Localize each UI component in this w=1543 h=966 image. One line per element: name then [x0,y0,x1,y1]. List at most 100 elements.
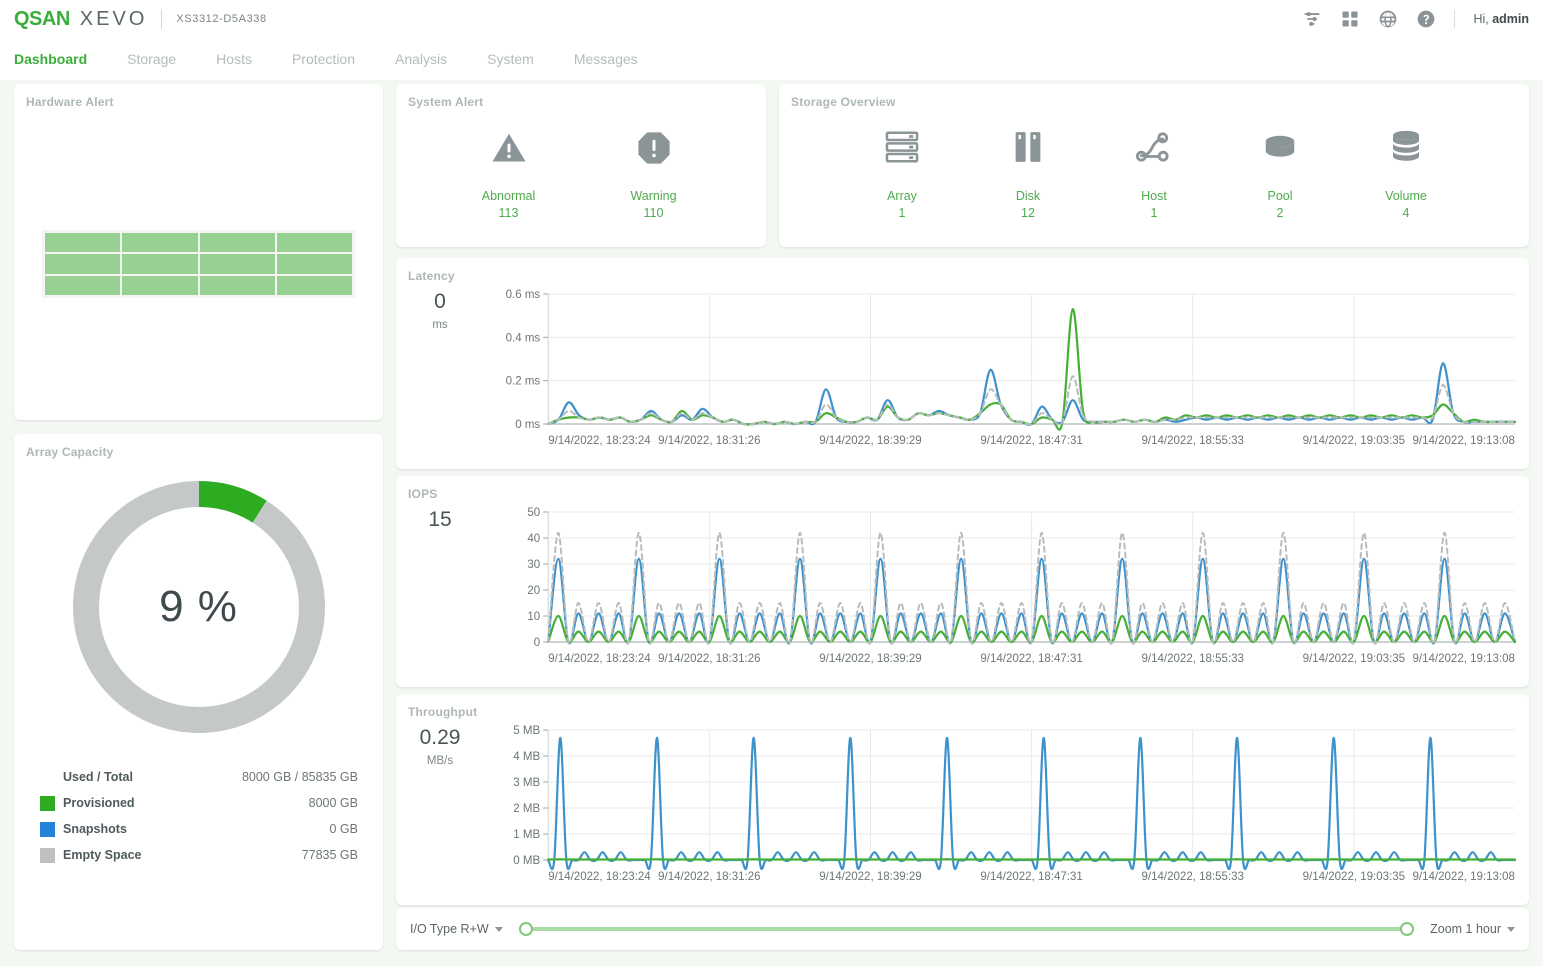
nav-item-dashboard[interactable]: Dashboard [0,51,107,67]
system-alert-abnormal[interactable]: Abnormal 113 [449,130,569,220]
iops-chart-title: IOPS [408,487,437,501]
x-axis-tick-label: 9/14/2022, 18:47:31 [980,435,1082,447]
latency-chart-panel: Latency 0 ms 0 ms0.2 ms0.4 ms0.6 ms9/14/… [396,258,1529,469]
storage-overview-host[interactable]: Host 1 [1104,128,1204,220]
volume-label: Volume [1385,189,1427,203]
error-octagon-icon [636,130,672,171]
brand-logo[interactable]: QSAN XEVO XS3312-D5A338 [0,8,267,31]
disk-count: 12 [1021,206,1035,220]
throughput-chart-panel: Throughput 0.29 MB/s 0 MB1 MB2 MB3 MB4 M… [396,694,1529,905]
time-range-slider[interactable] [519,919,1415,939]
latency-value: 0 [404,290,476,313]
username-label: admin [1492,12,1529,26]
apps-grid-icon[interactable] [1340,9,1360,29]
y-axis-tick-label: 2 MB [513,803,540,815]
x-axis-tick-label: 9/14/2022, 19:03:35 [1303,653,1405,665]
abnormal-count: 113 [499,206,519,220]
globe-language-icon[interactable] [1378,9,1398,29]
disk-slot[interactable] [122,254,197,273]
disk-slot[interactable] [45,254,120,273]
x-axis-tick-label: 9/14/2022, 19:13:08 [1413,871,1515,883]
disk-slot[interactable] [277,254,352,273]
nav-item-hosts[interactable]: Hosts [196,51,272,67]
pool-cylinder-icon [1261,128,1299,171]
legend-label: Provisioned [63,796,135,810]
x-axis-tick-label: 9/14/2022, 18:23:24 [548,871,651,883]
disk-slot[interactable] [45,233,120,252]
x-axis-tick-label: 9/14/2022, 18:39:29 [819,653,921,665]
io-type-dropdown[interactable]: I/O Type R+W [410,922,503,936]
disk-slot[interactable] [200,276,275,295]
x-axis-tick-label: 9/14/2022, 19:13:08 [1413,653,1515,665]
nav-item-storage[interactable]: Storage [107,51,196,67]
nav-item-analysis[interactable]: Analysis [375,51,467,67]
y-axis-tick-label: 5 MB [513,725,540,737]
nav-item-system[interactable]: System [467,51,554,67]
y-axis-tick-label: 3 MB [513,777,540,789]
disk-slot[interactable] [122,233,197,252]
brand-company: QSAN [14,8,70,31]
nav-item-protection[interactable]: Protection [272,51,375,67]
x-axis-tick-label: 9/14/2022, 18:47:31 [980,871,1082,883]
x-axis-tick-label: 9/14/2022, 18:39:29 [819,871,921,883]
capacity-legend-row: Used / Total8000 GB / 85835 GB [40,764,358,790]
disk-icon [1009,128,1047,171]
capacity-legend: Used / Total8000 GB / 85835 GB Provisione… [40,764,358,868]
legend-swatch-placeholder [40,770,55,785]
pool-count: 2 [1277,206,1284,220]
storage-overview-pool[interactable]: Pool 2 [1230,128,1330,220]
storage-overview-panel: Storage Overview Array 1 Disk 12 [779,84,1529,247]
disk-slot[interactable] [277,233,352,252]
x-axis-tick-label: 9/14/2022, 18:31:26 [658,871,760,883]
brand-divider [161,9,162,29]
volume-stack-icon [1387,128,1425,171]
main-nav: Dashboard Storage Hosts Protection Analy… [0,38,1543,80]
array-capacity-title: Array Capacity [26,445,114,459]
disk-slot[interactable] [277,276,352,295]
disk-slot[interactable] [200,254,275,273]
warning-label: Warning [630,189,676,203]
io-type-label: I/O Type R+W [410,922,489,936]
x-axis-tick-label: 9/14/2022, 19:03:35 [1303,435,1405,447]
zoom-dropdown[interactable]: Zoom 1 hour [1430,922,1515,936]
throughput-plot[interactable]: 0 MB1 MB2 MB3 MB4 MB5 MB9/14/2022, 18:23… [476,722,1519,900]
y-axis-tick-label: 30 [527,559,540,571]
slider-handle-left[interactable] [519,922,533,936]
x-axis-tick-label: 9/14/2022, 18:39:29 [819,435,921,447]
storage-overview-disk[interactable]: Disk 12 [978,128,1078,220]
disk-label: Disk [1016,189,1040,203]
capacity-percent-label: 9 % [68,476,330,738]
latency-unit: ms [404,319,476,331]
nav-item-messages[interactable]: Messages [554,51,658,67]
disk-enclosure-diagram[interactable] [42,230,355,298]
warning-count: 110 [644,206,664,220]
slider-track [519,927,1415,931]
top-bar-divider [1454,10,1455,28]
x-axis-tick-label: 9/14/2022, 18:55:33 [1141,653,1243,665]
disk-slot[interactable] [122,276,197,295]
disk-slot[interactable] [45,276,120,295]
throughput-unit: MB/s [404,755,476,767]
filter-icon[interactable] [1302,9,1322,29]
storage-overview-volume[interactable]: Volume 4 [1356,128,1456,220]
help-icon[interactable] [1416,9,1436,29]
array-label: Array [887,189,917,203]
disk-slot[interactable] [200,233,275,252]
chevron-down-icon [1507,927,1515,932]
iops-plot[interactable]: 010203040509/14/2022, 18:23:249/14/2022,… [476,504,1519,682]
host-topology-icon [1135,128,1173,171]
storage-overview-array[interactable]: Array 1 [852,128,952,220]
y-axis-tick-label: 0 ms [515,419,540,431]
legend-value: 0 GB [330,822,359,836]
system-alert-warning[interactable]: Warning 110 [594,130,714,220]
latency-chart-title: Latency [408,269,455,283]
throughput-metric: 0.29 MB/s [404,726,476,767]
x-axis-tick-label: 9/14/2022, 18:55:33 [1141,871,1243,883]
user-greeting[interactable]: Hi, admin [1473,12,1529,26]
slider-handle-right[interactable] [1400,922,1414,936]
y-axis-tick-label: 10 [527,611,540,623]
latency-plot[interactable]: 0 ms0.2 ms0.4 ms0.6 ms9/14/2022, 18:23:2… [476,286,1519,464]
legend-color-swatch [40,848,55,863]
array-capacity-panel: Array Capacity 9 % Used / Total8000 GB /… [14,434,383,950]
y-axis-tick-label: 1 MB [513,829,540,841]
